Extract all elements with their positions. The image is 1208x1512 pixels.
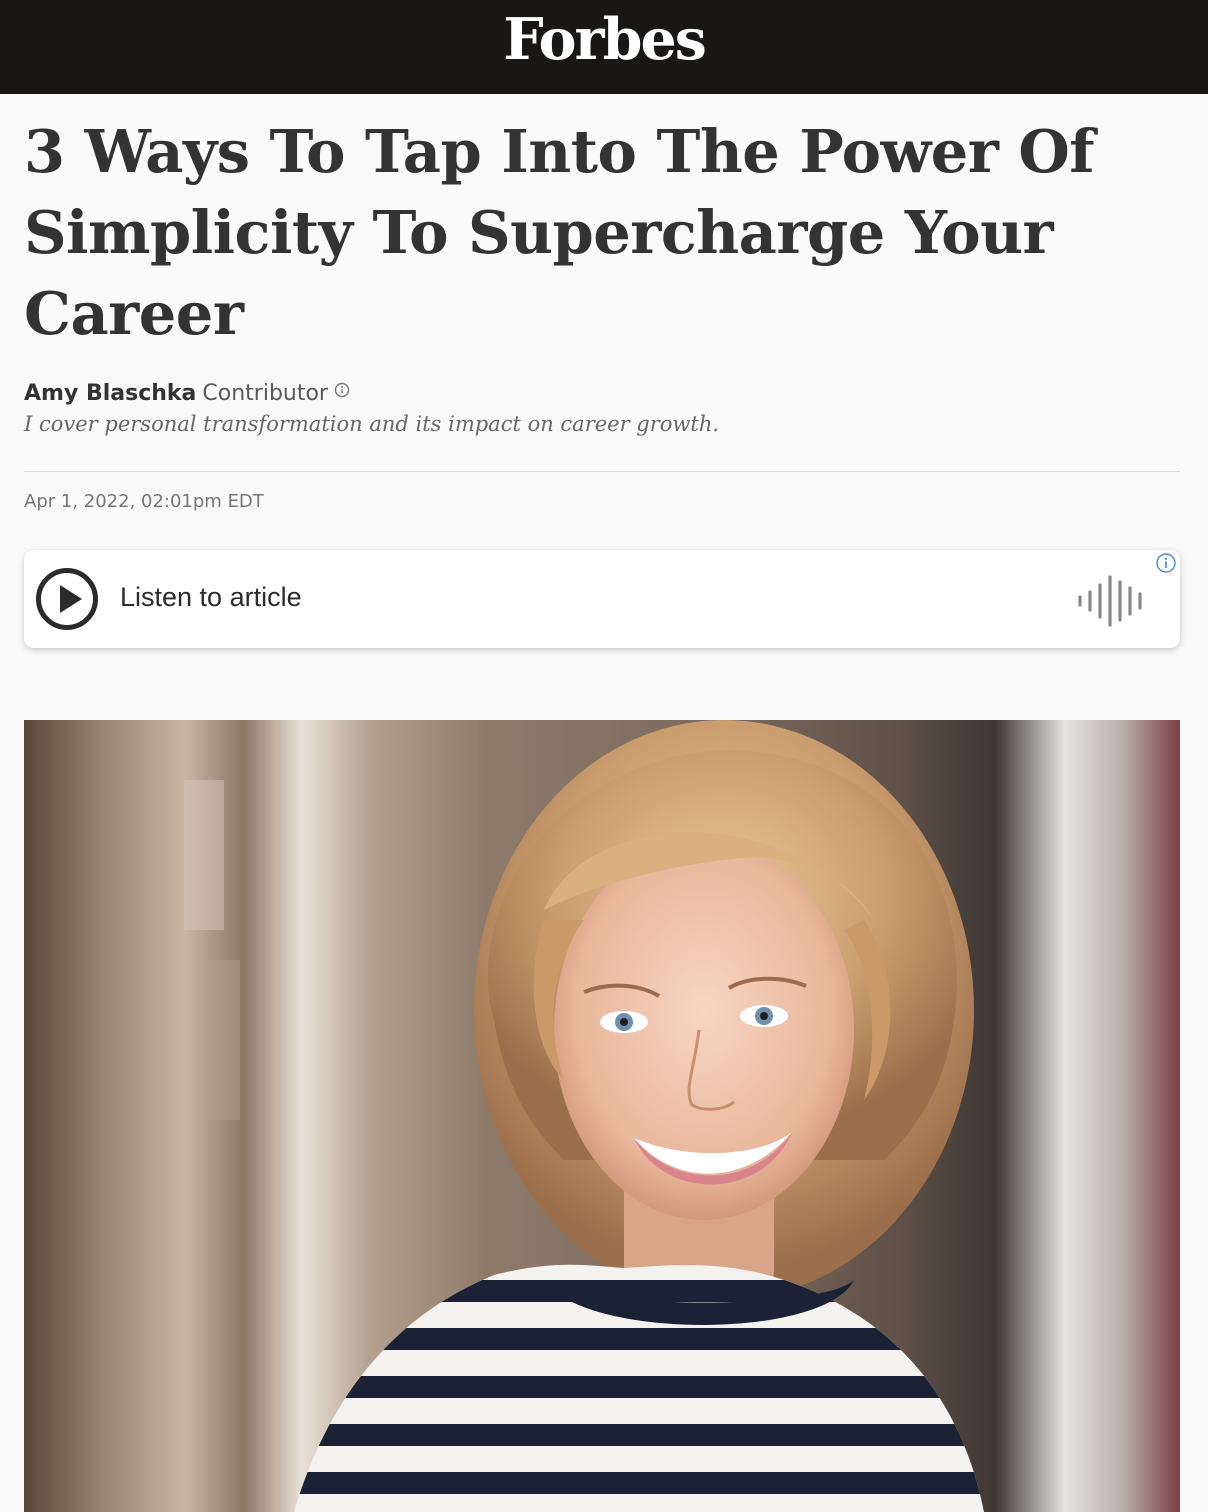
divider <box>24 471 1180 472</box>
listen-to-article-player[interactable]: Listen to article <box>24 550 1180 648</box>
listen-label[interactable]: Listen to article <box>120 582 302 613</box>
publish-date: Apr 1, 2022, 02:01pm EDT <box>24 491 264 512</box>
top-nav-bar: Forbes <box>0 0 1208 94</box>
info-icon[interactable] <box>1155 552 1177 574</box>
author-role: Contributor <box>202 381 328 406</box>
byline: Amy Blaschka Contributor <box>24 379 350 409</box>
forbes-logo[interactable]: Forbes <box>0 6 1208 73</box>
play-circle-icon[interactable] <box>35 567 99 631</box>
audio-waveform-icon <box>1074 572 1154 630</box>
contributor-info-icon[interactable] <box>334 377 350 407</box>
hero-image <box>24 720 1180 1512</box>
article-headline: 3 Ways To Tap Into The Power Of Simplici… <box>24 117 1095 348</box>
author-bio: I cover personal transformation and its … <box>24 412 720 436</box>
author-name[interactable]: Amy Blaschka <box>24 381 196 406</box>
